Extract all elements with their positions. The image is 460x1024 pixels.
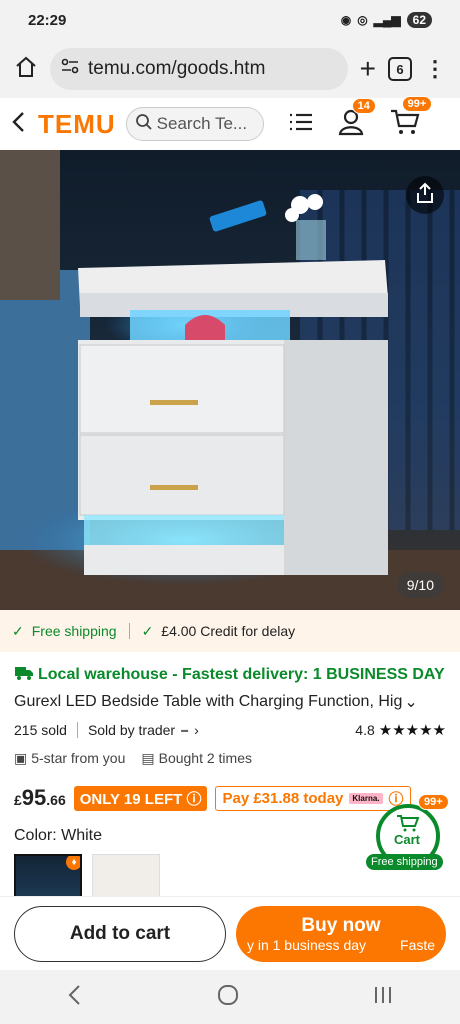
category-list-icon[interactable] bbox=[288, 111, 314, 138]
rating[interactable]: 4.8 ★★★★★ bbox=[355, 721, 446, 739]
bought-times-tag: Bought 2 times bbox=[158, 750, 252, 766]
search-placeholder: Search Te... bbox=[156, 114, 248, 133]
home-icon[interactable] bbox=[14, 55, 38, 84]
help-icon: ⓘ bbox=[186, 790, 202, 808]
add-to-cart-button[interactable]: Add to cart bbox=[14, 905, 226, 962]
seller-logo: ▬ bbox=[181, 726, 189, 734]
cart-icon bbox=[390, 108, 420, 141]
more-menu-icon[interactable]: ⋮ bbox=[424, 56, 446, 82]
product-meta: 215 sold Sold by trader ▬ › 4.8 ★★★★★ bbox=[14, 716, 446, 744]
floating-cart-button[interactable]: Cart 99+ Free shipping bbox=[366, 794, 450, 876]
color-swatch-selected[interactable]: ♦ bbox=[14, 854, 82, 902]
nav-home-icon[interactable] bbox=[216, 983, 240, 1012]
tab-switcher-button[interactable]: 6 bbox=[388, 57, 412, 81]
product-photo bbox=[0, 150, 460, 610]
stock-text: ONLY 19 LEFT bbox=[79, 790, 183, 808]
share-icon bbox=[414, 182, 436, 209]
temu-logo[interactable]: TEMU bbox=[38, 109, 116, 140]
temu-header: TEMU Search Te... 14 99+ bbox=[0, 95, 460, 150]
url-bar[interactable]: temu.com/goods.htm bbox=[50, 48, 348, 90]
status-bar: 22:29 ◉ ◎ ▂▄▆ 62 bbox=[0, 0, 460, 40]
check-icon: ✓ bbox=[12, 622, 24, 639]
share-button[interactable] bbox=[406, 176, 444, 214]
price-main: 95 bbox=[21, 785, 47, 810]
color-swatch-option[interactable] bbox=[92, 854, 160, 902]
flame-icon: ♦ bbox=[66, 856, 80, 870]
image-counter: 9/10 bbox=[396, 572, 444, 598]
status-time: 22:29 bbox=[28, 11, 67, 29]
purchase-actions: Add to cart Buy now y in 1 business day … bbox=[0, 896, 460, 970]
product-title: Gurexl LED Bedside Table with Charging F… bbox=[14, 693, 403, 710]
rating-value: 4.8 bbox=[355, 722, 375, 738]
hotspot-icon: ◎ bbox=[357, 13, 368, 27]
seller-link[interactable]: Sold by trader bbox=[88, 722, 175, 738]
new-tab-icon[interactable]: + bbox=[360, 53, 376, 85]
product-tags: ▣ 5-star from you ▤ Bought 2 times bbox=[14, 744, 446, 772]
chevron-down-icon[interactable]: ⌄ bbox=[404, 692, 417, 712]
status-icons: ◉ ◎ ▂▄▆ 62 bbox=[341, 12, 432, 28]
search-input[interactable]: Search Te... bbox=[125, 107, 264, 141]
product-title-row[interactable]: Gurexl LED Bedside Table with Charging F… bbox=[14, 688, 446, 716]
check-icon: ✓ bbox=[141, 622, 154, 639]
floating-cart-badge: 99+ bbox=[418, 794, 449, 810]
price-cents: .66 bbox=[46, 792, 66, 808]
battery-indicator: 62 bbox=[406, 12, 432, 28]
review-icon: ▣ bbox=[14, 749, 28, 766]
price: £95.66 bbox=[14, 785, 66, 811]
sold-count: 215 sold bbox=[14, 722, 67, 738]
local-warehouse-banner: Local warehouse - Fastest delivery: 1 BU… bbox=[14, 662, 446, 688]
buy-now-subtext: y in 1 business day Faste bbox=[247, 937, 435, 953]
system-navigation-bar bbox=[0, 970, 460, 1024]
chevron-right-icon[interactable]: › bbox=[194, 722, 199, 738]
back-icon[interactable] bbox=[10, 110, 28, 139]
nav-back-icon[interactable] bbox=[66, 984, 84, 1011]
signal-icon: ▂▄▆ bbox=[373, 13, 401, 27]
credit-for-delay-text: £4.00 Credit for delay bbox=[161, 623, 296, 639]
url-text[interactable]: temu.com/goods.htm bbox=[88, 58, 265, 80]
pay-today-text: Pay £31.88 today bbox=[222, 789, 344, 807]
product-image-carousel[interactable]: 9/10 bbox=[0, 150, 460, 610]
location-icon: ◉ bbox=[340, 13, 352, 27]
star-rating-icon: ★★★★★ bbox=[378, 722, 446, 739]
buy-now-button[interactable]: Buy now y in 1 business day Faste bbox=[236, 905, 446, 962]
nav-recents-icon[interactable] bbox=[372, 984, 394, 1011]
header-cart-button[interactable]: 99+ bbox=[390, 95, 433, 141]
browser-toolbar: temu.com/goods.htm + 6 ⋮ bbox=[0, 40, 460, 98]
free-shipping-text: Free shipping bbox=[31, 623, 117, 639]
account-button[interactable]: 14 bbox=[338, 97, 376, 141]
five-star-tag: 5-star from you bbox=[31, 750, 126, 766]
account-badge: 14 bbox=[351, 97, 376, 114]
floating-cart-label: Cart bbox=[394, 832, 421, 847]
buy-now-subtext-right: Faste bbox=[400, 936, 436, 953]
buy-now-label: Buy now bbox=[301, 914, 381, 936]
price-currency: £ bbox=[14, 792, 22, 808]
bag-icon: ▤ bbox=[141, 749, 155, 766]
floating-cart-shipping: Free shipping bbox=[366, 854, 443, 870]
truck-icon bbox=[14, 665, 34, 686]
search-icon bbox=[135, 113, 153, 136]
cart-badge: 99+ bbox=[401, 95, 433, 112]
shipping-benefits[interactable]: ✓ Free shipping ✓ £4.00 Credit for delay bbox=[0, 610, 460, 652]
stock-badge[interactable]: ONLY 19 LEFT ⓘ bbox=[73, 785, 208, 811]
site-settings-icon[interactable] bbox=[60, 56, 80, 82]
divider bbox=[76, 722, 78, 738]
local-warehouse-text: Local warehouse - Fastest delivery: 1 BU… bbox=[38, 666, 445, 683]
buy-now-subtext-left: y in 1 business day bbox=[246, 936, 367, 953]
divider bbox=[128, 623, 130, 639]
